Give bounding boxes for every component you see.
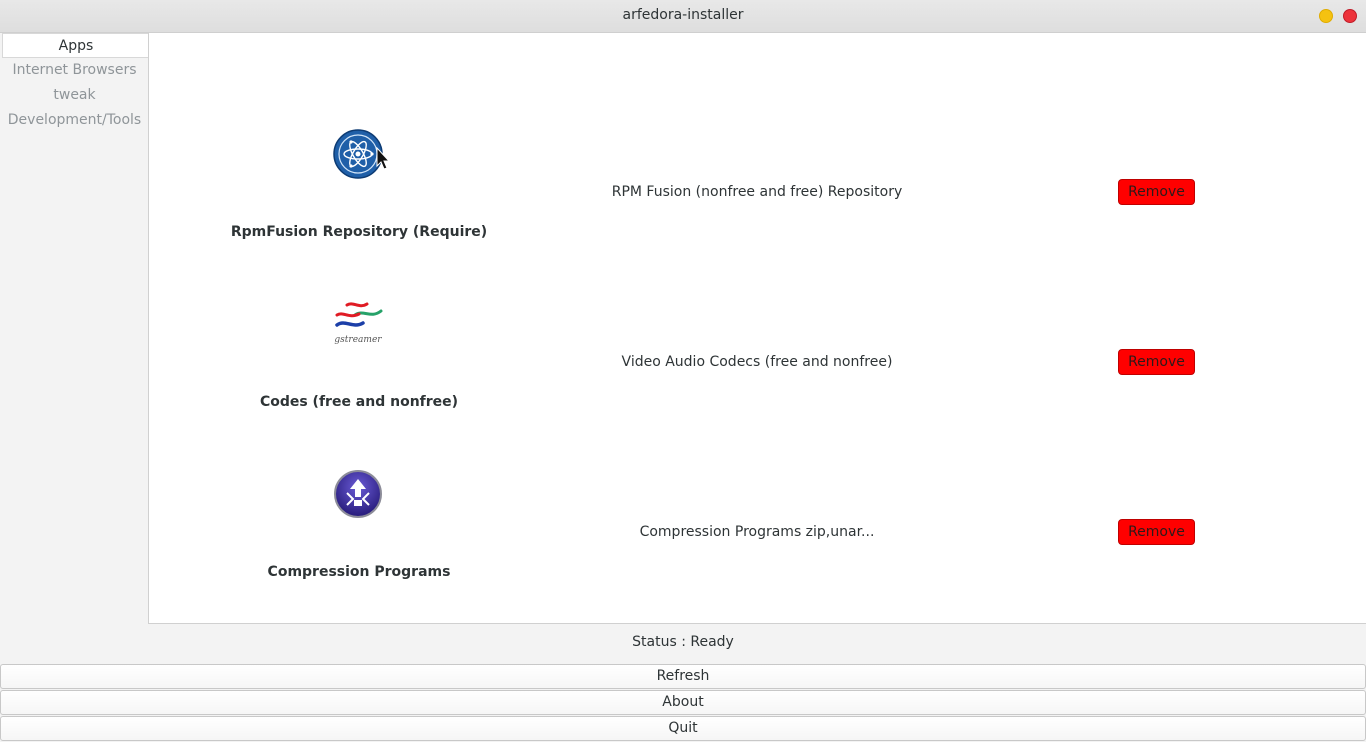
app-name: Compression Programs [267,564,451,580]
sidebar-item-internet-browsers[interactable]: Internet Browsers [0,58,149,83]
app-row: RpmFusion Repository (Require) RPM Fusio… [149,129,1366,299]
app-name: RpmFusion Repository (Require) [230,224,488,240]
sidebar-item-apps[interactable]: Apps [2,33,149,58]
title-bar[interactable]: arfedora-installer [0,0,1366,33]
remove-button[interactable]: Remove [1118,349,1195,375]
sidebar: Apps Internet Browsers tweak Development… [0,33,149,623]
sidebar-item-tweak[interactable]: tweak [0,83,149,108]
window-title: arfedora-installer [622,7,744,23]
app-description: Video Audio Codecs (free and nonfree) [621,354,893,370]
remove-button[interactable]: Remove [1118,519,1195,545]
app-description: Compression Programs zip,unar... [639,524,875,540]
close-button[interactable] [1343,9,1357,23]
remove-button[interactable]: Remove [1118,179,1195,205]
gstreamer-icon: gstreamer [333,299,383,349]
apps-panel: RpmFusion Repository (Require) RPM Fusio… [148,33,1366,624]
about-button[interactable]: About [0,690,1366,715]
archive-icon [333,469,383,519]
status-label: Status : Ready [632,634,734,650]
app-name: Codes (free and nonfree) [259,394,459,410]
app-row: Compression Programs Compression Program… [149,469,1366,639]
app-description: RPM Fusion (nonfree and free) Repository [611,184,903,200]
refresh-button[interactable]: Refresh [0,664,1366,689]
mouse-pointer-icon [376,147,390,170]
sidebar-item-development-tools[interactable]: Development/Tools [0,108,149,133]
minimize-button[interactable] [1319,9,1333,23]
app-window: arfedora-installer Apps Internet Browser… [0,0,1366,742]
gstreamer-wordmark: gstreamer [334,335,382,345]
app-row: gstreamer Codes (free and nonfree) Video… [149,299,1366,469]
quit-button[interactable]: Quit [0,716,1366,741]
